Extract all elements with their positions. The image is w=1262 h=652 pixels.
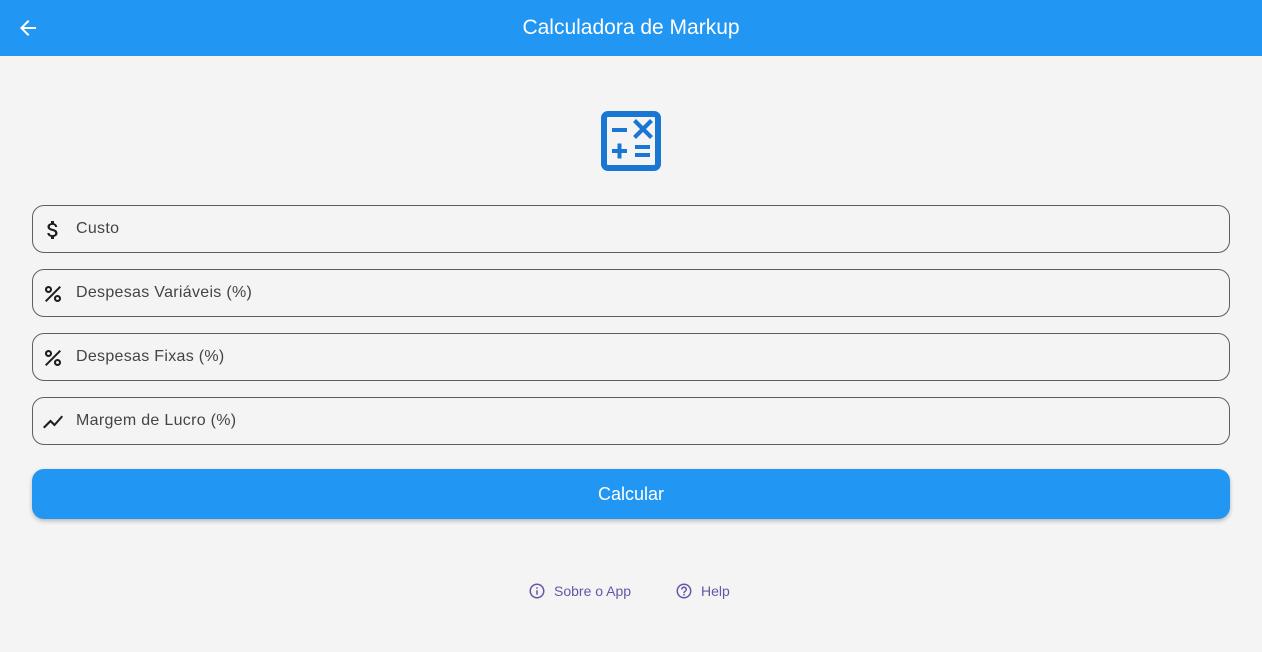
info-icon: [529, 583, 545, 599]
fixed-expenses-field[interactable]: [32, 333, 1230, 381]
cost-field[interactable]: [32, 205, 1230, 253]
page-title: Calculadora de Markup: [522, 16, 740, 39]
profit-margin-input[interactable]: [76, 398, 1216, 444]
help-label: Help: [701, 583, 730, 599]
help-icon: [676, 583, 692, 599]
about-app-label: Sobre o App: [554, 583, 632, 599]
percent-icon: [41, 346, 65, 370]
app-bar: Calculadora de Markup: [0, 0, 1262, 56]
variable-expenses-input[interactable]: [76, 270, 1216, 316]
percent-icon: [41, 282, 65, 306]
trending-up-icon: [41, 410, 65, 434]
variable-expenses-field[interactable]: [32, 269, 1230, 317]
calculate-icon: [601, 111, 661, 171]
fixed-expenses-input[interactable]: [76, 334, 1216, 380]
help-link[interactable]: Help: [675, 578, 730, 604]
profit-margin-field[interactable]: [32, 397, 1230, 445]
back-button[interactable]: [8, 8, 48, 48]
cost-input[interactable]: [76, 206, 1216, 252]
calculate-button[interactable]: Calcular: [32, 469, 1230, 519]
arrow-back-icon: [20, 20, 36, 36]
dollar-icon: [41, 218, 65, 242]
about-app-link[interactable]: Sobre o App: [528, 578, 631, 604]
